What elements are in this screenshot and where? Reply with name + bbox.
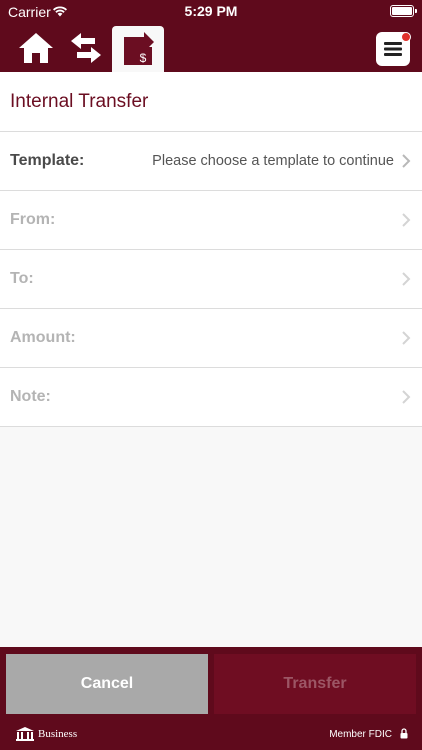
member-fdic-label: Member FDIC xyxy=(329,729,392,740)
template-row[interactable]: Template: Please choose a template to co… xyxy=(0,132,422,191)
bank-logo: Business xyxy=(16,727,77,741)
template-label: Template: xyxy=(10,152,85,169)
bank-building-icon xyxy=(16,727,34,741)
status-time: 5:29 PM xyxy=(184,3,238,19)
lock-icon xyxy=(400,728,408,739)
transfers-icon xyxy=(71,33,101,63)
notification-dot xyxy=(401,32,411,42)
logo-text: Business xyxy=(38,728,78,740)
note-row[interactable]: Note: xyxy=(0,368,422,427)
from-row[interactable]: From: xyxy=(0,191,422,250)
cancel-button[interactable]: Cancel xyxy=(6,654,208,714)
to-label: To: xyxy=(10,270,34,287)
amount-label: Amount: xyxy=(10,329,76,346)
nav-transfers-button[interactable] xyxy=(64,28,108,68)
chevron-right-icon xyxy=(402,213,411,227)
svg-text:$: $ xyxy=(140,51,147,65)
chevron-right-icon xyxy=(402,272,411,286)
chevron-right-icon xyxy=(402,154,411,168)
home-icon xyxy=(19,33,53,63)
page-header: Internal Transfer xyxy=(0,72,422,132)
internal-transfer-icon: $ xyxy=(124,32,154,65)
to-row[interactable]: To: xyxy=(0,250,422,309)
hamburger-menu-icon xyxy=(384,42,402,56)
chevron-right-icon xyxy=(402,390,411,404)
status-bar: Carrier 5:29 PM xyxy=(0,0,422,24)
footer: Business Member FDIC xyxy=(0,717,422,750)
battery-icon xyxy=(390,5,414,17)
nav-internal-transfer-tab[interactable]: $ xyxy=(112,26,164,72)
nav-home-button[interactable] xyxy=(14,28,58,68)
page-title: Internal Transfer xyxy=(10,91,149,112)
transfer-button[interactable]: Transfer xyxy=(214,654,416,714)
template-value: Please choose a template to continue xyxy=(152,153,394,169)
amount-row[interactable]: Amount: xyxy=(0,309,422,368)
note-label: Note: xyxy=(10,388,51,405)
chevron-right-icon xyxy=(402,331,411,345)
from-label: From: xyxy=(10,211,56,228)
